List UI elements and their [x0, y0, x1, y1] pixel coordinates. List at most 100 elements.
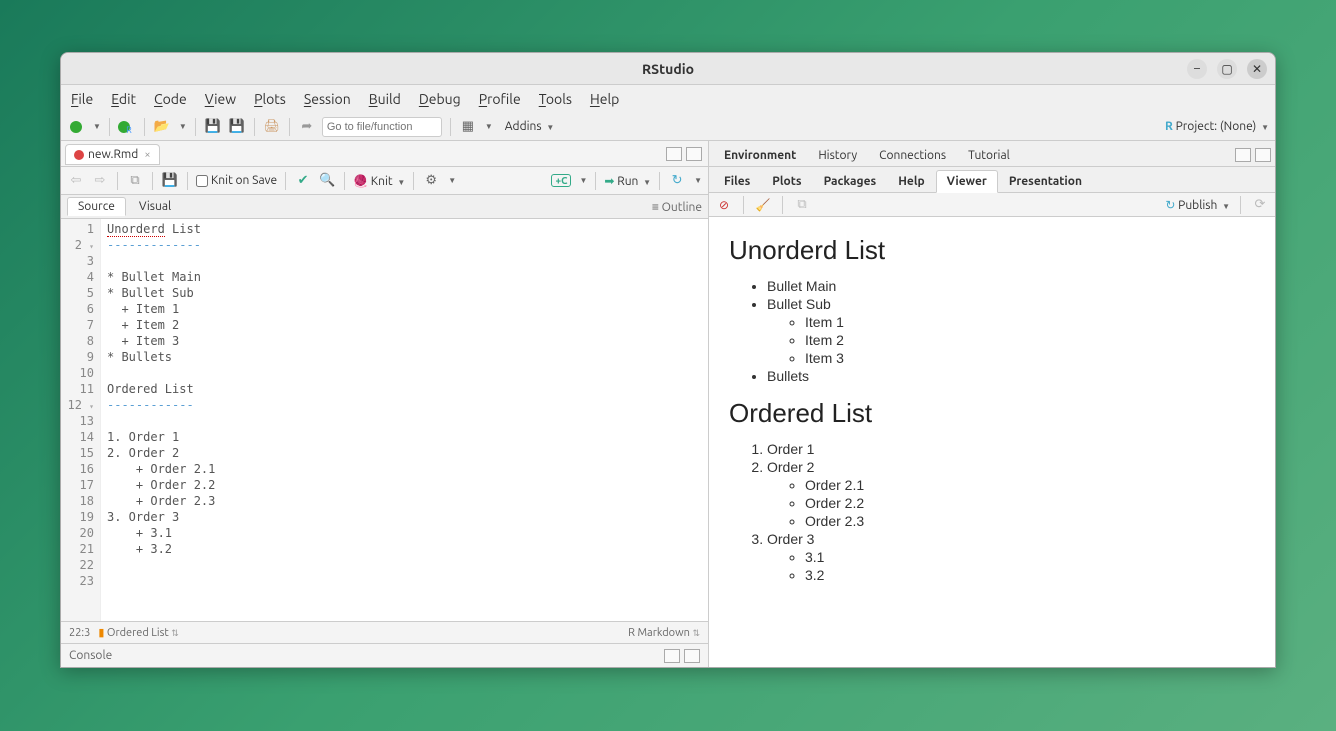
- maximize-button[interactable]: ▢: [1217, 59, 1237, 79]
- cursor-position: 22:3: [69, 627, 90, 639]
- list-item: Bullet Main: [767, 278, 1255, 294]
- restart-icon[interactable]: ↻: [668, 172, 686, 190]
- dropdown-icon[interactable]: ▼: [694, 176, 702, 185]
- tab-viewer[interactable]: Viewer: [936, 170, 998, 193]
- list-item: Order 2.2: [805, 495, 1255, 511]
- tab-history[interactable]: History: [807, 144, 868, 167]
- list-item: Order 3 3.1 3.2: [767, 531, 1255, 583]
- ordered-list: Order 1 Order 2 Order 2.1 Order 2.2 Orde…: [729, 441, 1255, 583]
- titlebar: RStudio – ▢ ✕: [61, 53, 1275, 85]
- tab-plots[interactable]: Plots: [761, 170, 812, 193]
- list-item: Order 2 Order 2.1 Order 2.2 Order 2.3: [767, 459, 1255, 529]
- environment-tabs: Environment History Connections Tutorial: [709, 141, 1275, 167]
- menu-debug[interactable]: Debug: [419, 91, 461, 107]
- tab-environment[interactable]: Environment: [713, 144, 807, 167]
- pane-max-icon[interactable]: [1255, 148, 1271, 162]
- popout-icon[interactable]: ⧉: [793, 196, 811, 214]
- tab-help[interactable]: Help: [887, 170, 935, 193]
- grid-icon[interactable]: ▦: [459, 118, 477, 136]
- rmd-icon: [74, 150, 84, 160]
- main-toolbar: ▼ R 📂 ▼ 💾 💾 🖨 ➦ ▦ ▼ Addins ▼ R Project: (N…: [61, 113, 1275, 141]
- pane-min-icon[interactable]: [664, 649, 680, 663]
- list-item: Order 1: [767, 441, 1255, 457]
- section-nav[interactable]: ▮ Ordered List ⇅: [98, 626, 178, 639]
- spellcheck-icon[interactable]: ✔: [294, 172, 312, 190]
- menu-plots[interactable]: Plots: [254, 91, 286, 107]
- knit-button[interactable]: 🧶 Knit ▼: [353, 174, 405, 188]
- publish-button[interactable]: ↻ Publish ▼: [1165, 198, 1230, 212]
- list-item: 3.1: [805, 549, 1255, 565]
- menu-profile[interactable]: Profile: [479, 91, 521, 107]
- close-button[interactable]: ✕: [1247, 59, 1267, 79]
- tab-tutorial[interactable]: Tutorial: [957, 144, 1021, 167]
- tab-presentation[interactable]: Presentation: [998, 170, 1093, 193]
- dropdown-icon[interactable]: ▼: [179, 122, 187, 131]
- back-icon[interactable]: ⇦: [67, 172, 85, 190]
- run-button[interactable]: ➡ Run ▼: [604, 174, 651, 188]
- remove-icon[interactable]: ⊘: [715, 196, 733, 214]
- right-pane: Environment History Connections Tutorial…: [709, 141, 1275, 667]
- heading-ordered: Ordered List: [729, 398, 1255, 429]
- menu-code[interactable]: Code: [154, 91, 187, 107]
- viewer-content: Unorderd List Bullet Main Bullet Sub Ite…: [709, 217, 1275, 667]
- addins-menu[interactable]: Addins ▼: [505, 120, 554, 133]
- file-tab-new-rmd[interactable]: new.Rmd ×: [65, 144, 160, 165]
- pane-max-icon[interactable]: [684, 649, 700, 663]
- broom-icon[interactable]: 🧹: [754, 196, 772, 214]
- find-icon[interactable]: 🔍: [318, 172, 336, 190]
- menubar: File Edit Code View Plots Session Build …: [61, 85, 1275, 113]
- dropdown-icon[interactable]: ▼: [485, 122, 493, 131]
- refresh-icon[interactable]: ⟳: [1251, 196, 1269, 214]
- menu-build[interactable]: Build: [369, 91, 401, 107]
- dropdown-icon[interactable]: ▼: [579, 176, 587, 185]
- dropdown-icon[interactable]: ▼: [448, 176, 456, 185]
- outline-button[interactable]: ≡ Outline: [652, 200, 702, 214]
- pane-controls: [666, 147, 702, 161]
- knit-on-save-checkbox[interactable]: Knit on Save: [196, 174, 277, 187]
- panes: new.Rmd × ⇦ ⇨ ⧉ 💾 Knit on Save ✔: [61, 141, 1275, 667]
- list-item: 3.2: [805, 567, 1255, 583]
- dropdown-icon[interactable]: ▼: [93, 122, 101, 131]
- pane-min-icon[interactable]: [1235, 148, 1251, 162]
- console-header[interactable]: Console: [61, 643, 708, 667]
- viewer-toolbar: ⊘ 🧹 ⧉ ↻ Publish ▼ ⟳: [709, 193, 1275, 217]
- unordered-list: Bullet Main Bullet Sub Item 1 Item 2 Ite…: [729, 278, 1255, 384]
- tab-connections[interactable]: Connections: [868, 144, 957, 167]
- language-mode[interactable]: R Markdown ⇅: [628, 627, 700, 639]
- popout-icon[interactable]: ⧉: [126, 172, 144, 190]
- editor-area[interactable]: 12 ▾3456789101112 ▾131415161718192021222…: [61, 219, 708, 621]
- minimize-button[interactable]: –: [1187, 59, 1207, 79]
- tab-packages[interactable]: Packages: [813, 170, 888, 193]
- save-all-icon[interactable]: 💾: [228, 118, 246, 136]
- pane-min-icon[interactable]: [666, 147, 682, 161]
- code-content[interactable]: Unorderd List------------- * Bullet Main…: [101, 219, 708, 621]
- save-icon[interactable]: 💾: [204, 118, 222, 136]
- list-item: Order 2.1: [805, 477, 1255, 493]
- save-icon[interactable]: 💾: [161, 172, 179, 190]
- forward-icon[interactable]: ⇨: [91, 172, 109, 190]
- menu-help[interactable]: Help: [590, 91, 619, 107]
- menu-file[interactable]: File: [71, 91, 93, 107]
- goto-input[interactable]: [322, 117, 442, 137]
- heading-unordered: Unorderd List: [729, 235, 1255, 266]
- tab-files[interactable]: Files: [713, 170, 761, 193]
- menu-view[interactable]: View: [205, 91, 236, 107]
- menu-tools[interactable]: Tools: [539, 91, 572, 107]
- new-project-icon[interactable]: R: [118, 118, 136, 136]
- project-menu[interactable]: R Project: (None) ▼: [1165, 120, 1269, 133]
- open-file-icon[interactable]: 📂: [153, 118, 171, 136]
- print-icon[interactable]: 🖨: [263, 118, 281, 136]
- tab-visual[interactable]: Visual: [128, 197, 182, 216]
- close-tab-icon[interactable]: ×: [144, 149, 150, 161]
- menu-session[interactable]: Session: [304, 91, 351, 107]
- insert-chunk-button[interactable]: +C: [551, 174, 571, 187]
- pane-max-icon[interactable]: [686, 147, 702, 161]
- new-file-icon[interactable]: [67, 118, 85, 136]
- tab-source[interactable]: Source: [67, 197, 126, 216]
- menu-edit[interactable]: Edit: [111, 91, 136, 107]
- file-tab-label: new.Rmd: [88, 148, 138, 161]
- goto-icon[interactable]: ➦: [298, 118, 316, 136]
- gear-icon[interactable]: ⚙: [422, 172, 440, 190]
- list-item: Item 3: [805, 350, 1255, 366]
- rstudio-window: RStudio – ▢ ✕ File Edit Code View Plots …: [60, 52, 1276, 668]
